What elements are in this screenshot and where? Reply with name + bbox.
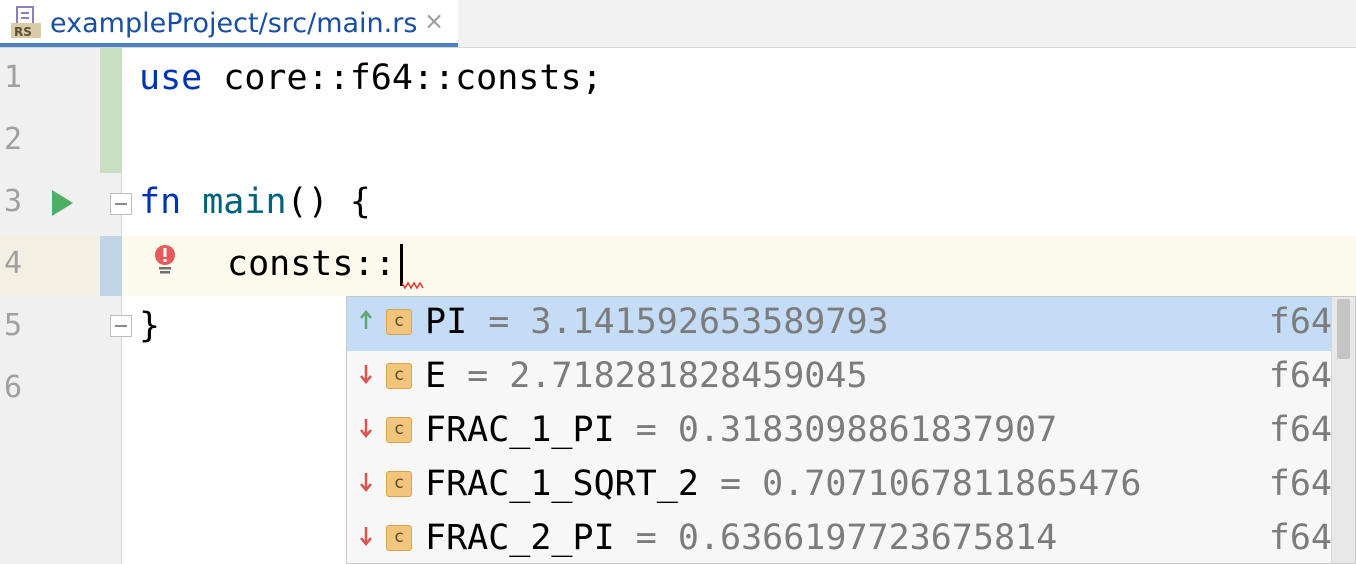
rust-badge-text: RS [14,25,32,38]
completion-name: FRAC_1_SQRT_2 = 0.7071067811865476 [425,464,1142,504]
use-path: core::f64::consts; [202,58,603,98]
completion-item-frac-2-pi[interactable]: c FRAC_2_PI = 0.6366197723675814 f64 [347,513,1332,563]
completion-item-frac-1-pi[interactable]: c FRAC_1_PI = 0.3183098861837907 f64 [347,405,1332,459]
constant-icon: c [386,471,412,497]
completion-type: f64 [1268,464,1332,504]
completion-item-pi[interactable]: c PI = 3.141592653589793 f64 [347,297,1332,351]
keyword-use: use [139,58,203,98]
completion-name: FRAC_2_PI = 0.6366197723675814 [425,518,1058,558]
completion-type: f64 [1268,518,1332,558]
fold-start-icon[interactable] [110,193,132,215]
completion-item-frac-1-sqrt-2[interactable]: c FRAC_1_SQRT_2 = 0.7071067811865476 f64 [347,459,1332,513]
completion-item-e[interactable]: c E = 2.718281828459045 f64 [347,351,1332,405]
tab-title: exampleProject/src/main.rs [50,8,418,39]
completion-type: f64 [1268,410,1332,450]
line-number-1: 1 [4,60,23,95]
current-line-highlight [0,236,1356,296]
completion-scrollbar[interactable] [1331,297,1355,563]
constant-icon: c [386,417,412,443]
completion-name: E = 2.718281828459045 [425,356,868,396]
error-squiggle [402,281,424,290]
scrollbar-thumb[interactable] [1337,299,1350,359]
fn-signature: () { [286,182,371,222]
run-icon[interactable] [50,189,74,217]
sort-down-arrow-icon [360,419,372,438]
line-number-2: 2 [4,122,23,157]
completion-type: f64 [1268,302,1332,342]
keyword-fn: fn [139,182,182,222]
rust-file-icon: RS [11,6,41,38]
sort-down-arrow-icon [360,365,372,384]
code-line-4[interactable]: consts:: [227,244,396,284]
completion-popup: c PI = 3.141592653589793 f64 c E = 2.718… [346,296,1356,564]
constant-icon: c [386,309,412,335]
sort-down-arrow-icon [360,473,372,492]
constant-icon: c [386,525,412,551]
completion-type: f64 [1268,356,1332,396]
added-lines-marker[interactable] [100,48,122,173]
constant-icon: c [386,363,412,389]
function-name: main [202,182,287,222]
modified-line-marker[interactable] [100,236,122,296]
tab-main-rs[interactable]: RS exampleProject/src/main.rs × [0,0,458,47]
error-intention-bulb-icon[interactable] [152,244,178,276]
line-number-5: 5 [4,308,23,343]
sort-down-arrow-icon [360,527,372,546]
completion-name: FRAC_1_PI = 0.3183098861837907 [425,410,1058,450]
completion-name: PI = 3.141592653589793 [425,302,889,342]
fold-end-icon[interactable] [110,315,132,337]
line-number-3: 3 [4,184,23,219]
close-tab-icon[interactable]: × [424,7,444,35]
editor-tab-bar: RS exampleProject/src/main.rs × [0,0,1356,48]
sort-up-arrow-icon [360,310,372,329]
code-line-5[interactable]: } [139,306,160,346]
line-number-6: 6 [4,370,23,405]
code-line-3[interactable]: fn main() { [139,182,371,222]
code-line-1[interactable]: use core::f64::consts; [139,58,603,98]
line-number-4: 4 [4,246,23,281]
